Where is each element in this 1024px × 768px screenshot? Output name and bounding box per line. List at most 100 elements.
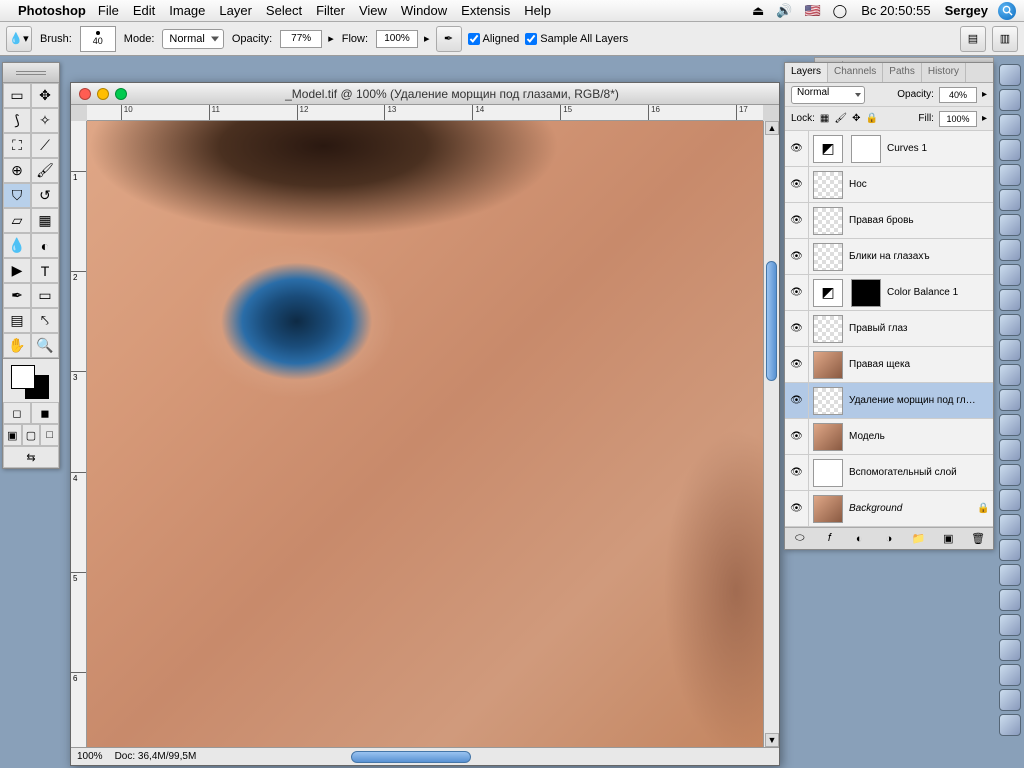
doc-info[interactable]: Doc: 36,4M/99,5M <box>115 751 197 762</box>
dock-item[interactable] <box>999 589 1021 611</box>
new-group-icon[interactable]: 📁 <box>910 531 928 547</box>
spotlight-icon[interactable] <box>998 2 1016 20</box>
layer-name[interactable]: Правая щека <box>847 359 977 370</box>
zoom-tool[interactable]: 🔍 <box>31 333 59 358</box>
zoom-button[interactable] <box>115 88 127 100</box>
menu-help[interactable]: Help <box>524 3 551 18</box>
color-swatches[interactable] <box>3 358 59 402</box>
lasso-tool[interactable]: ⟆ <box>3 108 31 133</box>
dock-item[interactable] <box>999 439 1021 461</box>
scroll-up-arrow[interactable]: ▲ <box>765 121 779 135</box>
fill-input[interactable] <box>939 111 977 127</box>
quickmask-on[interactable]: ◼ <box>31 402 59 424</box>
visibility-toggle[interactable]: 👁 <box>785 239 809 274</box>
adjustment-layer-icon[interactable]: ◑ <box>880 531 898 547</box>
dock-item[interactable] <box>999 689 1021 711</box>
clock[interactable]: Вс 20:50:55 <box>861 3 930 18</box>
visibility-toggle[interactable]: 👁 <box>785 167 809 202</box>
marquee-tool[interactable]: ▭ <box>3 83 31 108</box>
dock-item[interactable] <box>999 389 1021 411</box>
ruler-vertical[interactable]: 1 2 3 4 5 6 <box>71 121 87 747</box>
menu-image[interactable]: Image <box>169 3 205 18</box>
flag-icon[interactable]: 🇺🇸 <box>804 3 820 19</box>
flow-input[interactable] <box>376 30 418 48</box>
menu-select[interactable]: Select <box>266 3 302 18</box>
layer-name[interactable]: Модель <box>847 431 977 442</box>
crop-tool[interactable]: ⛶ <box>3 133 31 158</box>
new-layer-icon[interactable]: ▣ <box>939 531 957 547</box>
palette-toggle-1[interactable]: ▤ <box>960 26 986 52</box>
dock-item[interactable] <box>999 189 1021 211</box>
layer-name[interactable]: Правый глаз <box>847 323 977 334</box>
dock-item[interactable] <box>999 714 1021 736</box>
flow-arrow-icon[interactable]: ▸ <box>424 32 430 45</box>
scroll-down-arrow[interactable]: ▼ <box>765 733 779 747</box>
dock-item[interactable] <box>999 89 1021 111</box>
layer-opacity-input[interactable] <box>939 87 977 103</box>
layer-row[interactable]: 👁 Вспомогательный слой <box>785 455 993 491</box>
dock-item[interactable] <box>999 264 1021 286</box>
document-titlebar[interactable]: _Model.tif @ 100% (Удаление морщин под г… <box>71 83 779 105</box>
menu-extensis[interactable]: Extensis <box>461 3 510 18</box>
brush-tool[interactable]: 🖌 <box>31 158 59 183</box>
dock-item[interactable] <box>999 114 1021 136</box>
layer-thumb[interactable]: ◩ <box>813 279 843 307</box>
canvas[interactable] <box>87 121 763 747</box>
visibility-toggle[interactable]: 👁 <box>785 455 809 490</box>
scrollbar-vertical[interactable]: ▲ ▼ <box>763 121 779 747</box>
history-brush-tool[interactable]: ↺ <box>31 183 59 208</box>
eject-icon[interactable]: ⏏ <box>752 3 764 19</box>
layer-thumb[interactable] <box>813 171 843 199</box>
zoom-level[interactable]: 100% <box>77 751 103 762</box>
dock-item[interactable] <box>999 164 1021 186</box>
app-name[interactable]: Photoshop <box>18 3 86 18</box>
dock-item[interactable] <box>999 314 1021 336</box>
visibility-toggle[interactable]: 👁 <box>785 347 809 382</box>
menu-file[interactable]: File <box>98 3 119 18</box>
layer-name[interactable]: Удаление морщин под глазами <box>847 395 977 406</box>
eraser-tool[interactable]: ▱ <box>3 208 31 233</box>
layer-thumb[interactable] <box>813 423 843 451</box>
wand-tool[interactable]: ✧ <box>31 108 59 133</box>
layer-mask-icon[interactable]: ◐ <box>850 531 868 547</box>
layer-thumb[interactable]: ◩ <box>813 135 843 163</box>
layer-name[interactable]: Вспомогательный слой <box>847 467 977 478</box>
path-select-tool[interactable]: ▶ <box>3 258 31 283</box>
menu-layer[interactable]: Layer <box>219 3 252 18</box>
heal-tool[interactable]: ⊕ <box>3 158 31 183</box>
text-tool[interactable]: T <box>31 258 59 283</box>
move-tool[interactable]: ✥ <box>31 83 59 108</box>
layer-mask-thumb[interactable] <box>851 135 881 163</box>
dock-item[interactable] <box>999 239 1021 261</box>
scroll-thumb-h[interactable] <box>351 751 471 763</box>
layer-row[interactable]: 👁 Правый глаз <box>785 311 993 347</box>
jump-to-imageready[interactable]: ⇆ <box>3 446 59 468</box>
notes-tool[interactable]: ▤ <box>3 308 31 333</box>
sample-all-checkbox[interactable]: Sample All Layers <box>525 33 628 45</box>
screenmode-2[interactable]: ▢ <box>22 424 41 446</box>
tab-paths[interactable]: Paths <box>883 63 922 82</box>
shape-tool[interactable]: ▭ <box>31 283 59 308</box>
ruler-horizontal[interactable]: 10 11 12 13 14 15 16 17 <box>87 105 763 121</box>
layer-row[interactable]: 👁 ◩ Color Balance 1 <box>785 275 993 311</box>
dock-item[interactable] <box>999 464 1021 486</box>
blend-mode-select[interactable]: Normal <box>162 29 223 49</box>
layer-thumb[interactable] <box>813 243 843 271</box>
layer-name[interactable]: Color Balance 1 <box>885 287 977 298</box>
slice-tool[interactable]: ⟋ <box>31 133 59 158</box>
lock-trans-icon[interactable]: ▦ <box>820 113 829 124</box>
dock-item[interactable] <box>999 539 1021 561</box>
layer-row[interactable]: 👁 Нос <box>785 167 993 203</box>
fill-stepper-icon[interactable]: ▸ <box>982 113 987 124</box>
dock-item[interactable] <box>999 414 1021 436</box>
visibility-toggle[interactable]: 👁 <box>785 275 809 310</box>
visibility-toggle[interactable]: 👁 <box>785 383 809 418</box>
minimize-button[interactable] <box>97 88 109 100</box>
layer-row[interactable]: 👁 Правая щека <box>785 347 993 383</box>
opacity-input[interactable] <box>280 30 322 48</box>
layer-mask-thumb[interactable] <box>851 279 881 307</box>
layer-name[interactable]: Curves 1 <box>885 143 977 154</box>
layer-name[interactable]: Блики на глазахъ <box>847 251 977 262</box>
lock-paint-icon[interactable]: 🖌 <box>834 113 847 124</box>
dock-item[interactable] <box>999 289 1021 311</box>
